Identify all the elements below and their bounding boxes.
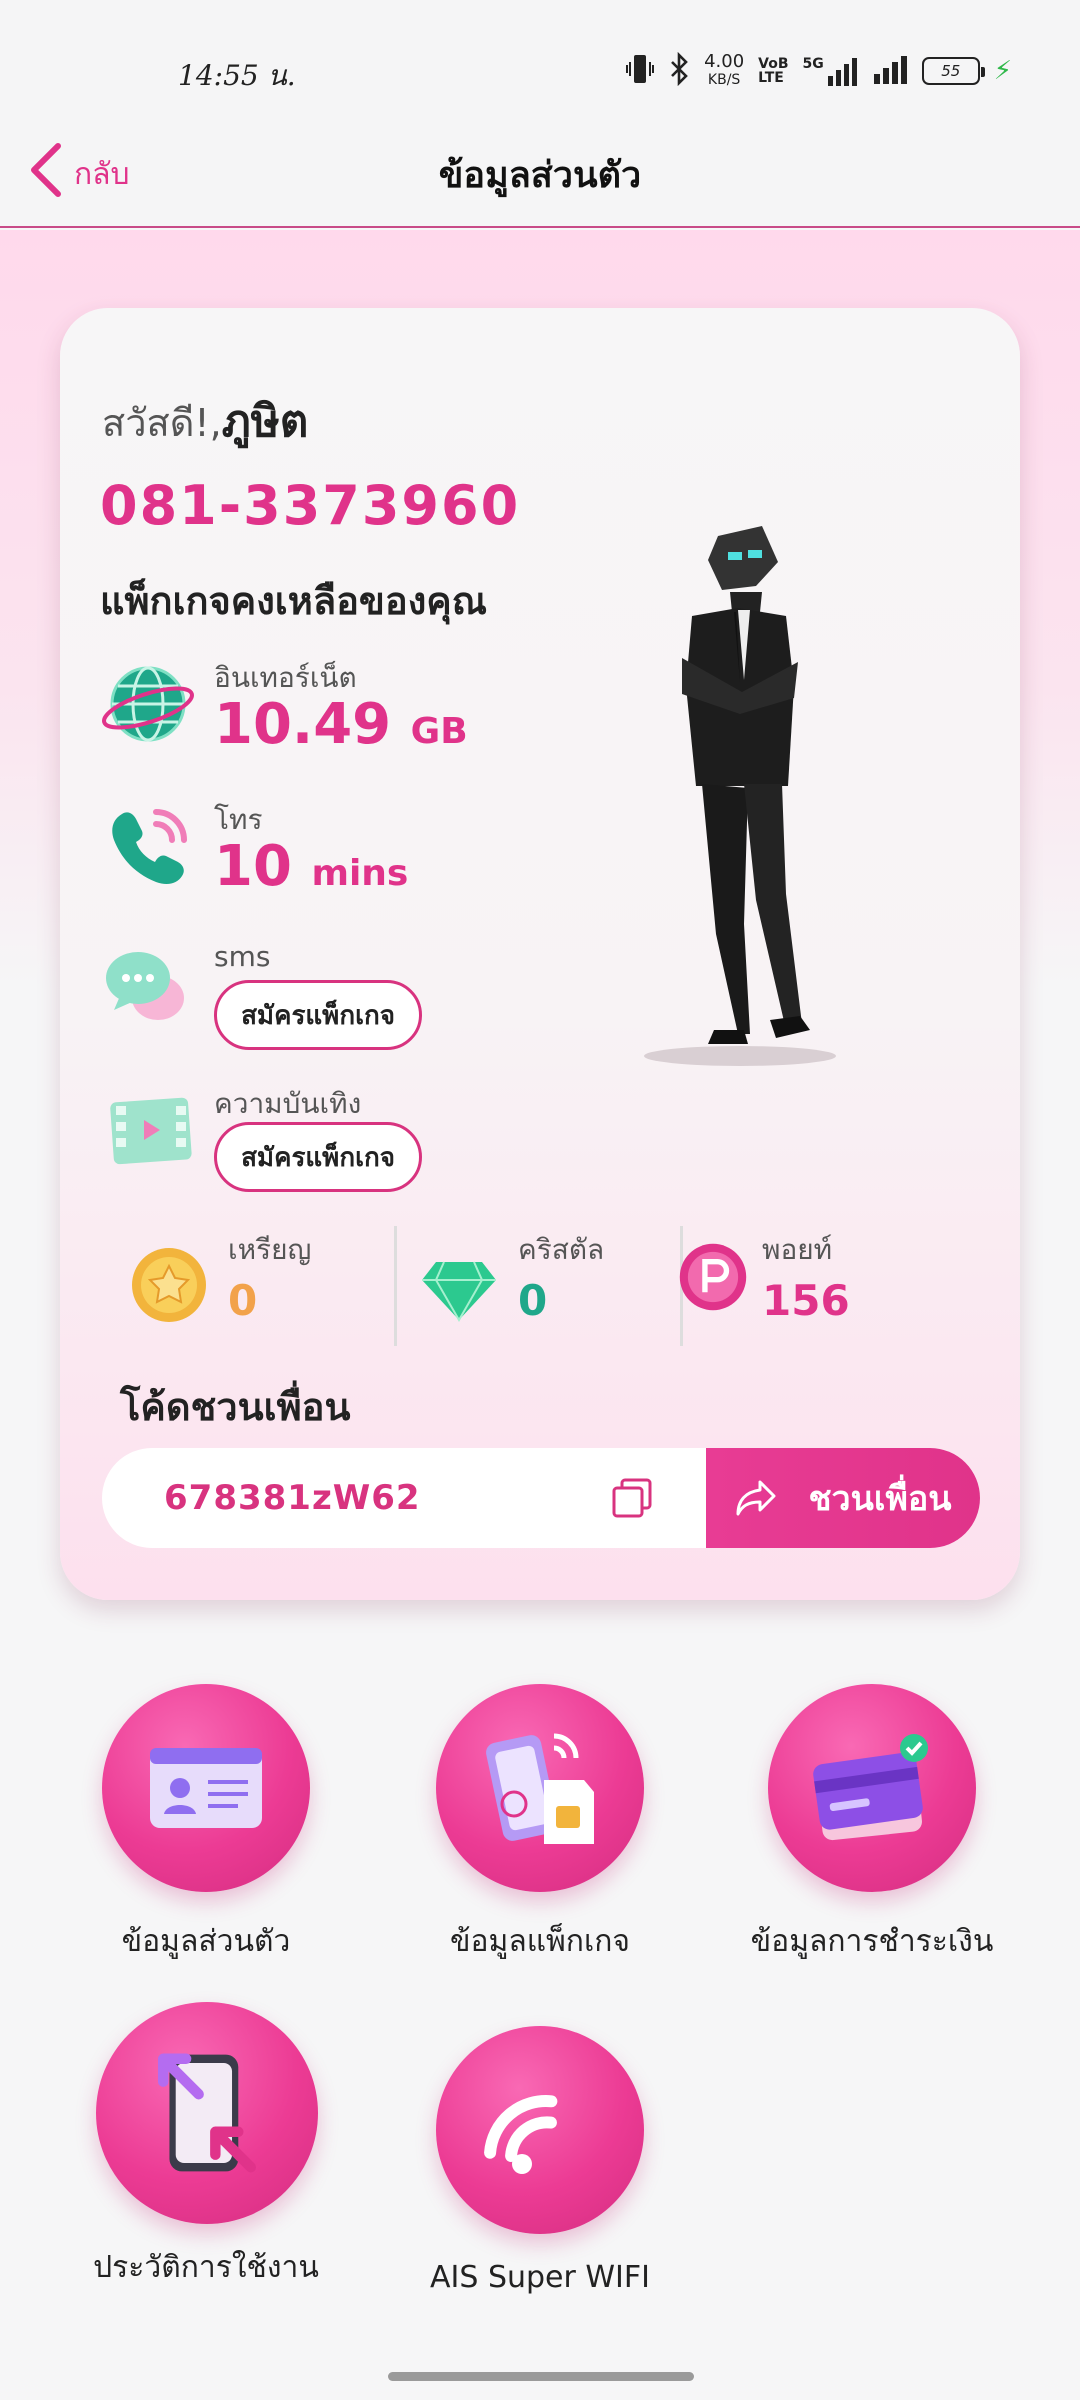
- point-icon: [679, 1243, 747, 1311]
- charging-icon: ⚡: [993, 56, 1012, 86]
- invite-friend-button[interactable]: ชวนเพื่อน: [706, 1448, 980, 1548]
- home-indicator[interactable]: [388, 2372, 694, 2381]
- point-value: 156: [762, 1276, 850, 1325]
- internet-value: 10.49 GB: [214, 692, 468, 757]
- signal-icon: [872, 54, 908, 89]
- reward-point[interactable]: พอยท์ 156: [678, 1226, 958, 1346]
- reward-coin[interactable]: เหรียญ 0: [100, 1226, 380, 1346]
- profile-card: สวัสดี!,ภูษิต 081-3373960 แพ็กเกจคงเหลือ…: [60, 308, 1020, 1600]
- globe-icon: [102, 666, 194, 742]
- phone-sim-icon: [486, 1733, 594, 1844]
- package-sms: sms สมัครแพ็กเกจ: [100, 940, 620, 1050]
- menu-usage-history-label: ประวัติการใช้งาน: [93, 2250, 319, 2285]
- coin-value: 0: [228, 1276, 258, 1325]
- film-icon: [110, 1097, 192, 1165]
- id-card-icon: [150, 1748, 262, 1828]
- sms-label: sms: [214, 940, 271, 973]
- coin-icon: [132, 1248, 206, 1322]
- status-bar: 14:55 น. 4.00 KB/S VoB LTE 5G 55 ⚡: [0, 0, 1080, 120]
- mascot-figure: [644, 526, 836, 1066]
- volte-indicator: VoB LTE: [758, 56, 789, 86]
- menu-super-wifi[interactable]: AIS Super WIFI: [380, 2026, 700, 2326]
- status-time: 14:55 น.: [178, 59, 296, 92]
- phone-number: 081-3373960: [100, 474, 521, 537]
- invite-label: ชวนเพื่อน: [808, 1480, 952, 1518]
- page-title: ข้อมูลส่วนตัว: [438, 155, 642, 196]
- net-speed: 4.00 KB/S: [704, 51, 745, 89]
- menu-personal-info-label: ข้อมูลส่วนตัว: [121, 1924, 291, 1959]
- menu-payment-info-label: ข้อมูลการชำระเงิน: [750, 1924, 994, 1959]
- package-internet: อินเทอร์เน็ต 10.49 GB: [100, 656, 620, 766]
- rewards-row: เหรียญ 0 คริสตัล 0 พอยท์ 156: [100, 1226, 980, 1346]
- crystal-value: 0: [518, 1276, 548, 1325]
- entertainment-label: ความบันเทิง: [214, 1087, 362, 1120]
- credit-card-icon: [813, 1734, 928, 1841]
- call-value: 10 mins: [214, 834, 409, 899]
- menu-super-wifi-label: AIS Super WIFI: [430, 2260, 650, 2295]
- user-name: ภูษิต: [221, 396, 309, 447]
- point-label: พอยท์: [762, 1233, 833, 1266]
- referral-bar: 678381zW62 ชวนเพื่อน: [102, 1448, 980, 1548]
- package-call: โทร 10 mins: [100, 798, 620, 908]
- crystal-label: คริสตัล: [518, 1233, 605, 1266]
- chat-bubble-icon: [106, 952, 184, 1020]
- diamond-icon: [422, 1261, 496, 1323]
- menu-package-info[interactable]: ข้อมูลแพ็กเกจ: [380, 1684, 700, 1984]
- coin-label: เหรียญ: [228, 1233, 312, 1266]
- sms-subscribe-button[interactable]: สมัครแพ็กเกจ: [214, 980, 422, 1050]
- wifi-icon: [484, 2095, 558, 2174]
- battery-icon: 55: [921, 57, 985, 85]
- share-icon: [736, 1480, 776, 1516]
- entertainment-subscribe-button[interactable]: สมัครแพ็กเกจ: [214, 1122, 422, 1192]
- transfer-arrows-icon: [157, 2053, 257, 2173]
- menu-payment-info[interactable]: ข้อมูลการชำระเงิน: [712, 1684, 1032, 1984]
- greeting: สวัสดี!,ภูษิต: [102, 396, 309, 447]
- package-entertainment: ความบันเทิง สมัครแพ็กเกจ: [100, 1082, 620, 1192]
- bluetooth-icon: [668, 51, 690, 91]
- phone-call-icon: [112, 809, 187, 884]
- referral-code: 678381zW62: [164, 1478, 421, 1518]
- reward-crystal[interactable]: คริสตัล 0: [390, 1226, 670, 1346]
- menu-personal-info[interactable]: ข้อมูลส่วนตัว: [46, 1684, 366, 1984]
- copy-icon[interactable]: [610, 1476, 654, 1520]
- packages-heading: แพ็กเกจคงเหลือของคุณ: [100, 579, 487, 623]
- status-icons: 4.00 KB/S VoB LTE 5G 55 ⚡: [626, 50, 1012, 92]
- signal-5g-icon: 5G: [803, 56, 858, 86]
- menu-package-info-label: ข้อมูลแพ็กเกจ: [450, 1924, 630, 1959]
- menu-usage-history[interactable]: ประวัติการใช้งาน: [46, 2002, 366, 2310]
- vibrate-icon: [626, 52, 655, 91]
- app-header: กลับ ข้อมูลส่วนตัว: [0, 120, 1080, 228]
- referral-title: โค้ดชวนเพื่อน: [120, 1385, 351, 1429]
